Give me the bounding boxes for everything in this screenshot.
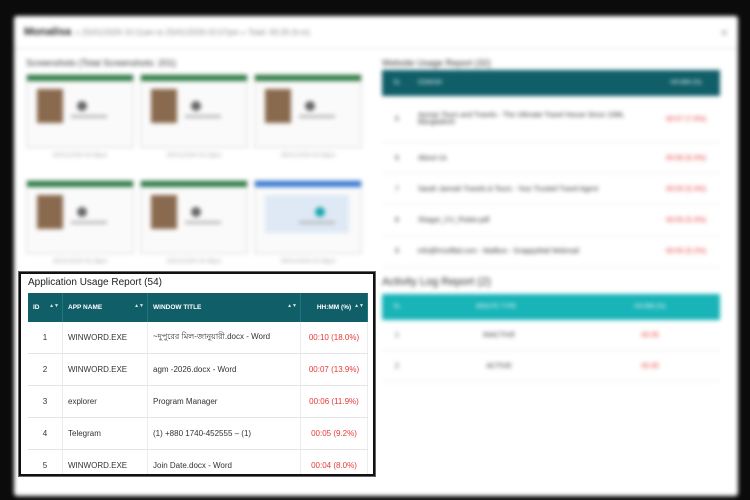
row-app-name: explorer bbox=[62, 385, 148, 418]
app-usage-panel: Application Usage Report (54) ID ▲▼ APP N… bbox=[19, 272, 375, 476]
activity-log-title: Activity Log Report (2) bbox=[382, 276, 491, 288]
table-row: 4 Telegram (1) +880 1740-452555 – (1) 00… bbox=[28, 417, 368, 450]
row-time: 00:05 (9.2%) bbox=[300, 417, 368, 450]
row-window-title: (1) +880 1740-452555 – (1) bbox=[147, 417, 301, 450]
screenshot-thumb[interactable]: 25/01/2026 03:18pm bbox=[140, 74, 248, 159]
column-header-app-name[interactable]: APP NAME ▲▼ bbox=[62, 293, 148, 322]
sort-icon[interactable]: ▲▼ bbox=[49, 303, 59, 309]
row-app-name: WINWORD.EXE bbox=[62, 449, 148, 474]
session-meta: » 25/01/2026 10:11am to 25/01/2026 02:07… bbox=[75, 27, 311, 37]
row-time: 00:06 (11.9%) bbox=[300, 385, 368, 418]
screenshot-thumb[interactable]: 25/01/2026 03:38pm bbox=[254, 180, 362, 265]
modal-header: Monalisa » 25/01/2026 10:11am to 25/01/2… bbox=[14, 16, 738, 49]
table-row: 2 WINWORD.EXE agm -2026.docx - Word 00:0… bbox=[28, 353, 368, 386]
screenshot-thumb[interactable]: 25/01/2026 03:28pm bbox=[26, 180, 134, 265]
app-usage-table: ID ▲▼ APP NAME ▲▼ WINDOW TITLE ▲▼ HH:MM (%)… bbox=[28, 293, 368, 474]
sort-icon[interactable]: ▲▼ bbox=[134, 303, 144, 309]
row-time: 00:10 (18.0%) bbox=[300, 322, 368, 354]
row-id: 3 bbox=[28, 385, 63, 418]
row-time: 00:04 (8.0%) bbox=[300, 449, 368, 474]
row-window-title: ~দুপুরের মিল-জানুয়ারী.docx - Word bbox=[147, 322, 301, 354]
row-window-title: agm -2026.docx - Word bbox=[147, 353, 301, 386]
row-id: 2 bbox=[28, 353, 63, 386]
row-id: 1 bbox=[28, 322, 63, 354]
screenshots-title: Screenshots (Total Screenshots: 201) bbox=[26, 58, 177, 68]
row-app-name: Telegram bbox=[62, 417, 148, 450]
row-app-name: WINWORD.EXE bbox=[62, 353, 148, 386]
screenshot-thumb[interactable]: 25/01/2026 03:28pm bbox=[254, 74, 362, 159]
table-row: 1 WINWORD.EXE ~দুপুরের মিল-জানুয়ারী.doc… bbox=[28, 322, 368, 354]
table-row: 5 WINWORD.EXE Join Date.docx - Word 00:0… bbox=[28, 449, 368, 474]
screenshot-thumb[interactable]: 25/01/2026 03:38pm bbox=[140, 180, 248, 265]
screenshot-thumb[interactable]: 25/01/2026 03:08pm bbox=[26, 74, 134, 159]
row-id: 4 bbox=[28, 417, 63, 450]
row-app-name: WINWORD.EXE bbox=[62, 322, 148, 354]
table-row: 3 explorer Program Manager 00:06 (11.9%) bbox=[28, 385, 368, 418]
row-time: 00:07 (13.9%) bbox=[300, 353, 368, 386]
row-id: 5 bbox=[28, 449, 63, 474]
employee-name: Monalisa bbox=[24, 26, 72, 38]
close-icon[interactable]: × bbox=[720, 25, 728, 40]
website-report-title: Website Usage Report (32) bbox=[382, 58, 491, 68]
column-header-time[interactable]: HH:MM (%) ▲▼ bbox=[300, 293, 368, 322]
sort-icon[interactable]: ▲▼ bbox=[354, 303, 364, 309]
row-window-title: Program Manager bbox=[147, 385, 301, 418]
column-header-window-title[interactable]: WINDOW TITLE ▲▼ bbox=[147, 293, 301, 322]
table-header-row: ID ▲▼ APP NAME ▲▼ WINDOW TITLE ▲▼ HH:MM (%)… bbox=[28, 293, 368, 322]
column-header-id[interactable]: ID ▲▼ bbox=[28, 293, 63, 322]
row-window-title: Join Date.docx - Word bbox=[147, 449, 301, 474]
sort-icon[interactable]: ▲▼ bbox=[287, 303, 297, 309]
app-usage-title: Application Usage Report (54) bbox=[28, 277, 162, 288]
website-report-table: SL DOMAIN HH:MM (%) 5 Ayman Tours and Tra… bbox=[382, 70, 720, 267]
activity-log-table: SL MINUTE TYPE HH:MM (%) 1 INACTIVE 00:35 … bbox=[382, 294, 720, 382]
